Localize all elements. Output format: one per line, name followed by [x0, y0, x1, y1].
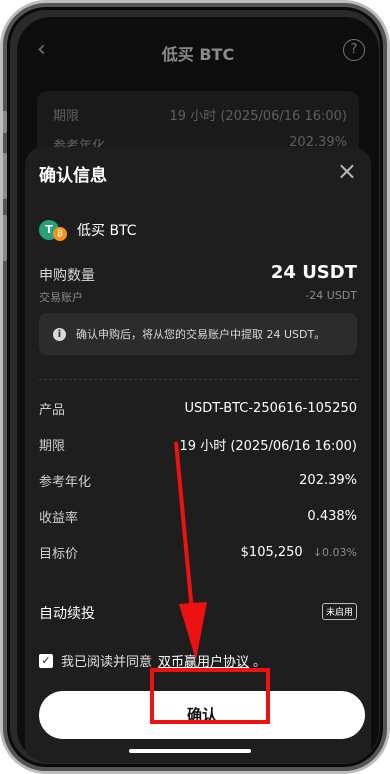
home-indicator: [129, 749, 251, 753]
auto-renew-label: 自动续投: [39, 606, 95, 622]
background-row-label: 期限: [53, 109, 80, 124]
product-row: T ₿ 低买 BTC: [39, 219, 137, 241]
help-icon[interactable]: ?: [343, 39, 365, 61]
detail-label: 收益率: [39, 511, 79, 526]
close-icon[interactable]: ×: [337, 157, 357, 185]
detail-row-target-price: 目标价 $105,250 ↓0.03%: [39, 543, 357, 562]
info-icon: i: [53, 327, 66, 341]
detail-label: 产品: [39, 403, 66, 418]
amount-value: 24 USDT: [270, 262, 357, 283]
annotation-highlight-box: [150, 668, 270, 724]
screen: ‹ 低买 BTC ? 期限 19 小时 (2025/06/16 16:00) 参…: [17, 17, 379, 763]
target-price-group: $105,250 ↓0.03%: [241, 545, 357, 560]
detail-value: 0.438%: [307, 509, 357, 524]
background-row-term: 期限 19 小时 (2025/06/16 16:00): [53, 105, 347, 124]
notice-box: i 确认申购后，将从您的交易账户中提取 24 USDT。: [39, 313, 357, 355]
price-change: ↓0.03%: [312, 546, 357, 559]
sheet-title: 确认信息: [39, 166, 107, 186]
top-bar: ‹ 低买 BTC ?: [17, 17, 379, 83]
detail-value: 202.39%: [299, 473, 357, 488]
divider: [39, 379, 357, 380]
product-name: 低买 BTC: [77, 223, 137, 239]
agreement-text: 我已阅读并同意: [61, 655, 153, 670]
detail-value: 19 小时 (2025/06/16 16:00): [179, 439, 357, 454]
background-row-value: 19 小时 (2025/06/16 16:00): [169, 109, 347, 124]
account-label: 交易账户: [39, 291, 83, 304]
auto-renew-status-badge[interactable]: 未启用: [321, 603, 357, 620]
detail-label: 参考年化: [39, 475, 92, 490]
page-title: 低买 BTC: [161, 45, 235, 64]
amount-label: 申购数量: [39, 268, 95, 284]
detail-value: USDT-BTC-250616-105250: [184, 401, 357, 416]
detail-row-yield: 收益率 0.438%: [39, 507, 357, 526]
account-value: -24 USDT: [305, 289, 357, 302]
mute-switch: [3, 111, 7, 133]
phone-frame: ‹ 低买 BTC ? 期限 19 小时 (2025/06/16 16:00) 参…: [0, 0, 390, 774]
detail-row-product: 产品 USDT-BTC-250616-105250: [39, 399, 357, 418]
detail-label: 期限: [39, 439, 66, 454]
detail-value: $105,250: [240, 545, 303, 560]
detail-row-apr: 参考年化 202.39%: [39, 471, 357, 490]
agreement-checkbox[interactable]: ✓: [39, 653, 53, 668]
bitcoin-coin-icon: ₿: [53, 227, 67, 241]
detail-label: 目标价: [39, 547, 79, 562]
volume-down-button: [3, 215, 7, 261]
volume-up-button: [3, 153, 7, 199]
notice-text: 确认申购后，将从您的交易账户中提取 24 USDT。: [76, 328, 326, 341]
detail-row-term: 期限 19 小时 (2025/06/16 16:00): [39, 435, 357, 454]
